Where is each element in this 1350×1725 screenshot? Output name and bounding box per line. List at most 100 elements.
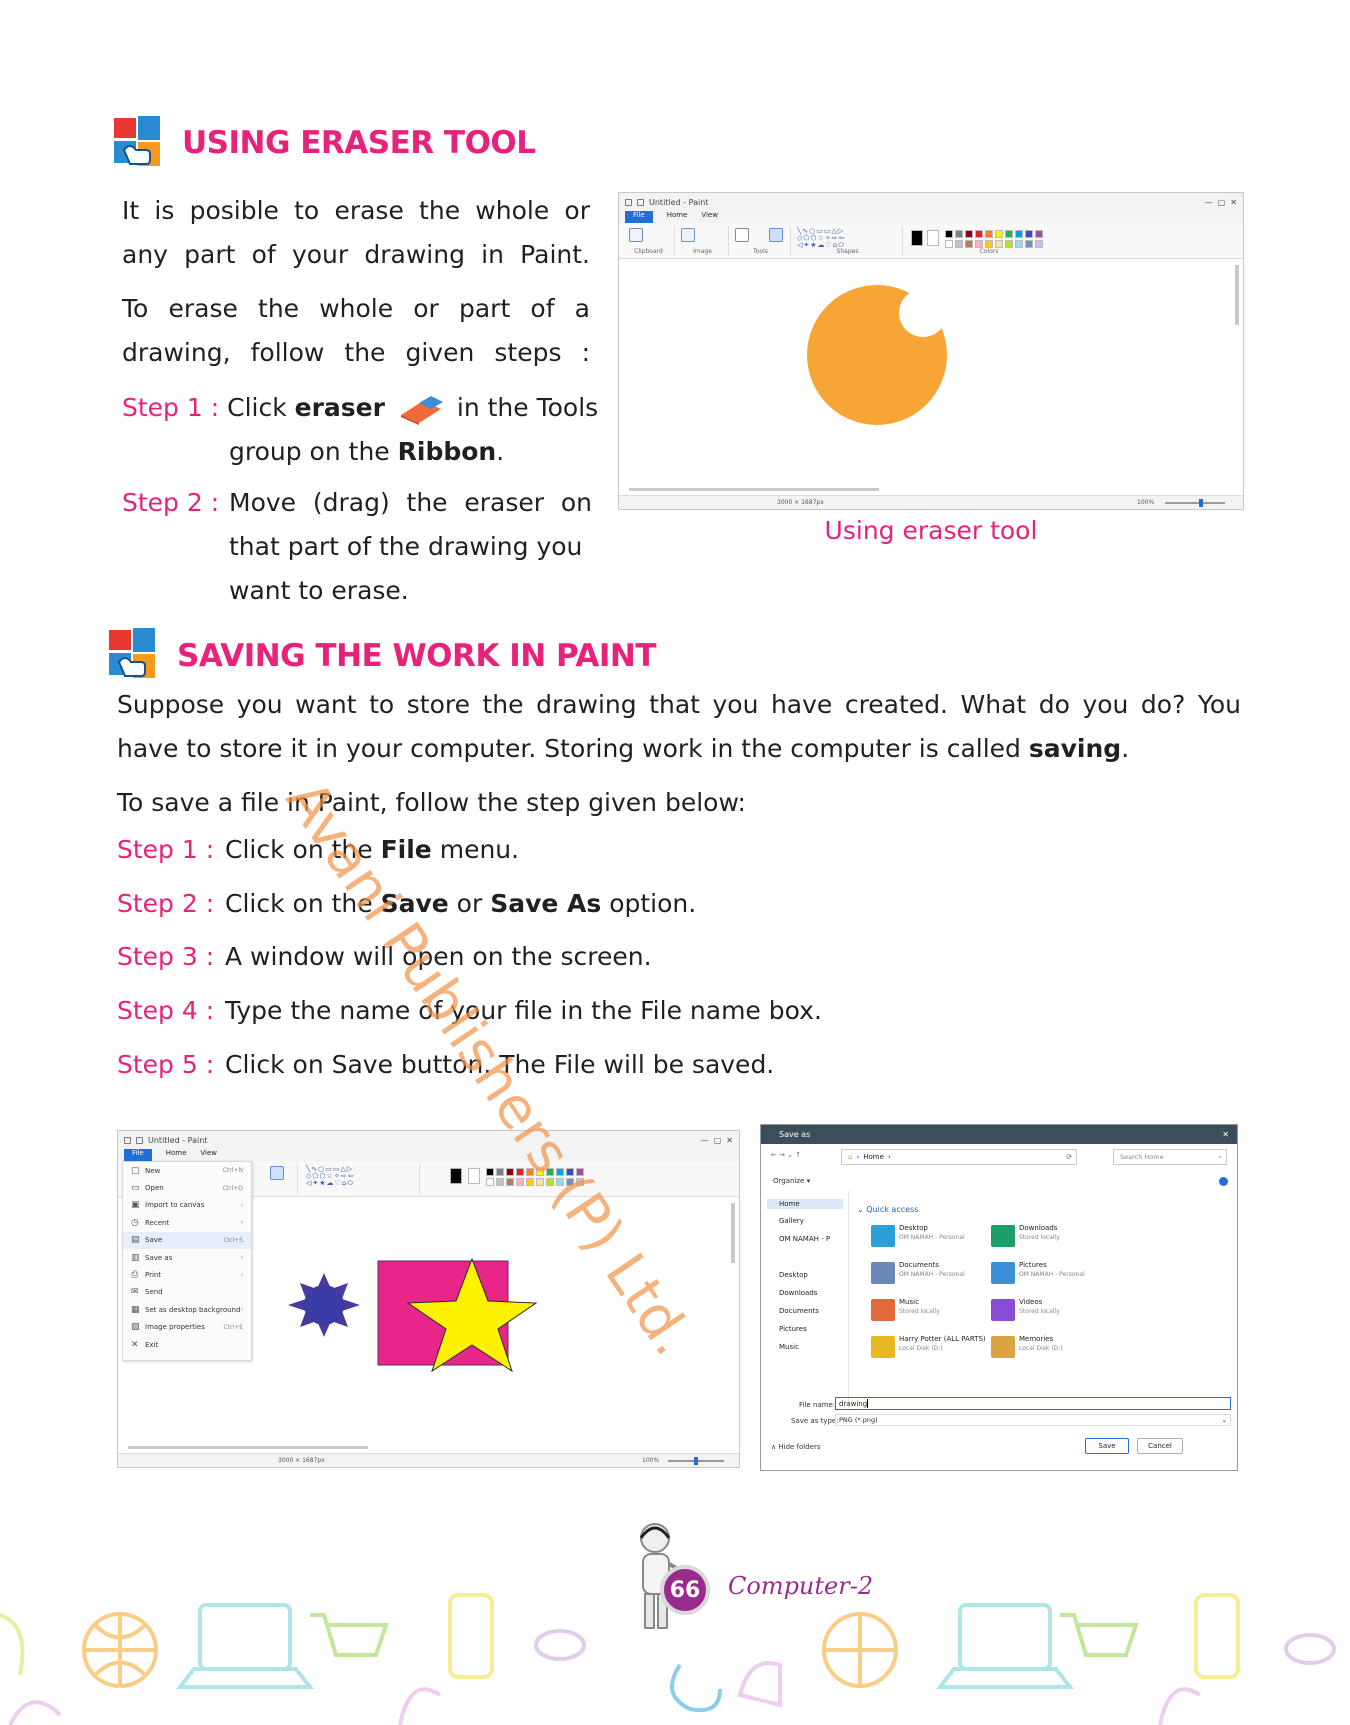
minimize-icon[interactable]: —: [1205, 198, 1213, 207]
vertical-scrollbar[interactable]: [1235, 265, 1239, 325]
color-swatch[interactable]: [546, 1178, 554, 1186]
horizontal-scrollbar[interactable]: [128, 1446, 368, 1449]
color-swatch[interactable]: [965, 230, 973, 238]
file-menu-item[interactable]: ▢ New Ctrl+N: [123, 1162, 251, 1179]
color-swatch[interactable]: [975, 230, 983, 238]
file-menu-item[interactable]: ▭ Open Ctrl+O: [123, 1179, 251, 1196]
paint-canvas[interactable]: [625, 263, 1221, 477]
color-1-icon[interactable]: [911, 230, 923, 246]
color-swatch[interactable]: [985, 230, 993, 238]
color-swatch[interactable]: [496, 1178, 504, 1186]
color-swatch[interactable]: [1035, 240, 1043, 248]
file-menu-item[interactable]: ⎙ Print ›: [123, 1266, 251, 1283]
tab-file[interactable]: File: [124, 1149, 152, 1161]
color-swatch[interactable]: [566, 1168, 574, 1176]
color-swatch[interactable]: [556, 1168, 564, 1176]
color-1-icon[interactable]: [450, 1168, 462, 1184]
file-name-field[interactable]: drawing: [835, 1397, 1231, 1410]
eraser-tool-icon[interactable]: [769, 228, 783, 242]
color-2-icon[interactable]: [927, 230, 939, 246]
save-button[interactable]: Save: [1085, 1438, 1129, 1454]
color-swatch[interactable]: [546, 1168, 554, 1176]
color-swatch[interactable]: [995, 230, 1003, 238]
quick-access-item[interactable]: Desktop OM NAMAH - Personal: [871, 1223, 981, 1251]
file-menu-item[interactable]: ✉ Send: [123, 1284, 251, 1301]
close-icon[interactable]: ✕: [1230, 198, 1237, 207]
color-swatch[interactable]: [1025, 230, 1033, 238]
nav-item[interactable]: Home: [767, 1199, 843, 1209]
nav-item[interactable]: OM NAMAH - P: [779, 1235, 830, 1243]
nav-item[interactable]: Gallery: [779, 1217, 804, 1225]
vertical-scrollbar[interactable]: [731, 1203, 735, 1263]
color-swatch[interactable]: [566, 1178, 574, 1186]
undo-icon[interactable]: [637, 198, 644, 206]
maximize-icon[interactable]: ▢: [714, 1136, 722, 1145]
color-swatch[interactable]: [506, 1168, 514, 1176]
color-swatch[interactable]: [1035, 230, 1043, 238]
quick-access-item[interactable]: Music Stored locally: [871, 1297, 981, 1325]
color-swatch[interactable]: [556, 1178, 564, 1186]
color-swatch[interactable]: [965, 240, 973, 248]
color-swatch[interactable]: [506, 1178, 514, 1186]
paste-icon[interactable]: [629, 228, 643, 242]
color-swatch[interactable]: [1025, 240, 1033, 248]
close-icon[interactable]: ✕: [726, 1136, 733, 1145]
color-swatch[interactable]: [496, 1168, 504, 1176]
tab-view[interactable]: View: [200, 1149, 217, 1161]
color-swatch[interactable]: [945, 230, 953, 238]
nav-item[interactable]: Documents: [779, 1307, 819, 1315]
color-swatch[interactable]: [955, 240, 963, 248]
quick-access-item[interactable]: Memories Local Disk (D:): [991, 1334, 1101, 1362]
pencil-icon[interactable]: [735, 228, 749, 242]
color-swatch[interactable]: [526, 1178, 534, 1186]
quick-access-item[interactable]: Harry Potter (ALL PARTS) Local Disk (D:): [871, 1334, 986, 1362]
color-swatch[interactable]: [985, 240, 993, 248]
tab-view[interactable]: View: [701, 211, 718, 223]
search-input[interactable]: Search Home ⌕: [1113, 1149, 1227, 1165]
save-type-select[interactable]: PNG (*.png) ⌄: [835, 1414, 1231, 1426]
color-swatch[interactable]: [945, 240, 953, 248]
organize-button[interactable]: Organize ▾: [773, 1177, 810, 1185]
file-menu-item[interactable]: ◷ Recent ›: [123, 1214, 251, 1231]
address-bar[interactable]: ⌂ › Home › ⟳: [841, 1149, 1077, 1165]
tab-home[interactable]: Home: [166, 1149, 187, 1161]
minimize-icon[interactable]: —: [701, 1136, 709, 1145]
nav-item[interactable]: Music: [779, 1343, 799, 1351]
color-swatch[interactable]: [1005, 240, 1013, 248]
color-2-icon[interactable]: [468, 1168, 480, 1184]
cancel-button[interactable]: Cancel: [1137, 1438, 1183, 1454]
color-swatch[interactable]: [995, 240, 1003, 248]
color-swatch[interactable]: [516, 1168, 524, 1176]
file-menu-item[interactable]: ▦ Set as desktop background ›: [123, 1301, 251, 1318]
color-swatch[interactable]: [1015, 240, 1023, 248]
color-swatch[interactable]: [486, 1178, 494, 1186]
quick-access-item[interactable]: Downloads Stored locally: [991, 1223, 1101, 1251]
zoom-slider[interactable]: [1165, 502, 1225, 504]
eraser-tool-icon[interactable]: [270, 1166, 284, 1180]
quick-access-item[interactable]: Pictures OM NAMAH - Personal: [991, 1260, 1101, 1288]
color-swatch[interactable]: [576, 1168, 584, 1176]
zoom-thumb[interactable]: [694, 1457, 698, 1465]
nav-item[interactable]: Downloads: [779, 1289, 817, 1297]
color-swatch[interactable]: [1005, 230, 1013, 238]
zoom-thumb[interactable]: [1199, 499, 1203, 507]
shapes-gallery-icon[interactable]: ╲∿○▭▭△▷ ◇⬠⬡☆✧⇨⇦ ◁✦★☁♡⌂⬭: [306, 1166, 354, 1187]
color-swatch[interactable]: [536, 1178, 544, 1186]
color-swatch[interactable]: [516, 1178, 524, 1186]
nav-item[interactable]: Pictures: [779, 1325, 807, 1333]
color-swatch[interactable]: [955, 230, 963, 238]
paint-canvas[interactable]: [254, 1201, 724, 1441]
save-quick-icon[interactable]: [124, 1136, 131, 1144]
file-menu-item[interactable]: ✕ Exit: [123, 1336, 251, 1353]
color-swatch[interactable]: [975, 240, 983, 248]
file-menu-item[interactable]: ▣ Import to canvas ›: [123, 1197, 251, 1214]
save-quick-icon[interactable]: [625, 198, 632, 206]
color-swatch[interactable]: [486, 1168, 494, 1176]
help-icon[interactable]: [1219, 1177, 1228, 1186]
refresh-icon[interactable]: ⟳: [1066, 1153, 1072, 1161]
tab-home[interactable]: Home: [667, 211, 688, 223]
select-icon[interactable]: [681, 228, 695, 242]
file-menu-item[interactable]: ▧ Image properties Ctrl+E: [123, 1319, 251, 1336]
file-menu-item[interactable]: ▥ Save as ›: [123, 1249, 251, 1266]
nav-arrows-icon[interactable]: ← → ⌄ ↑: [771, 1151, 801, 1159]
